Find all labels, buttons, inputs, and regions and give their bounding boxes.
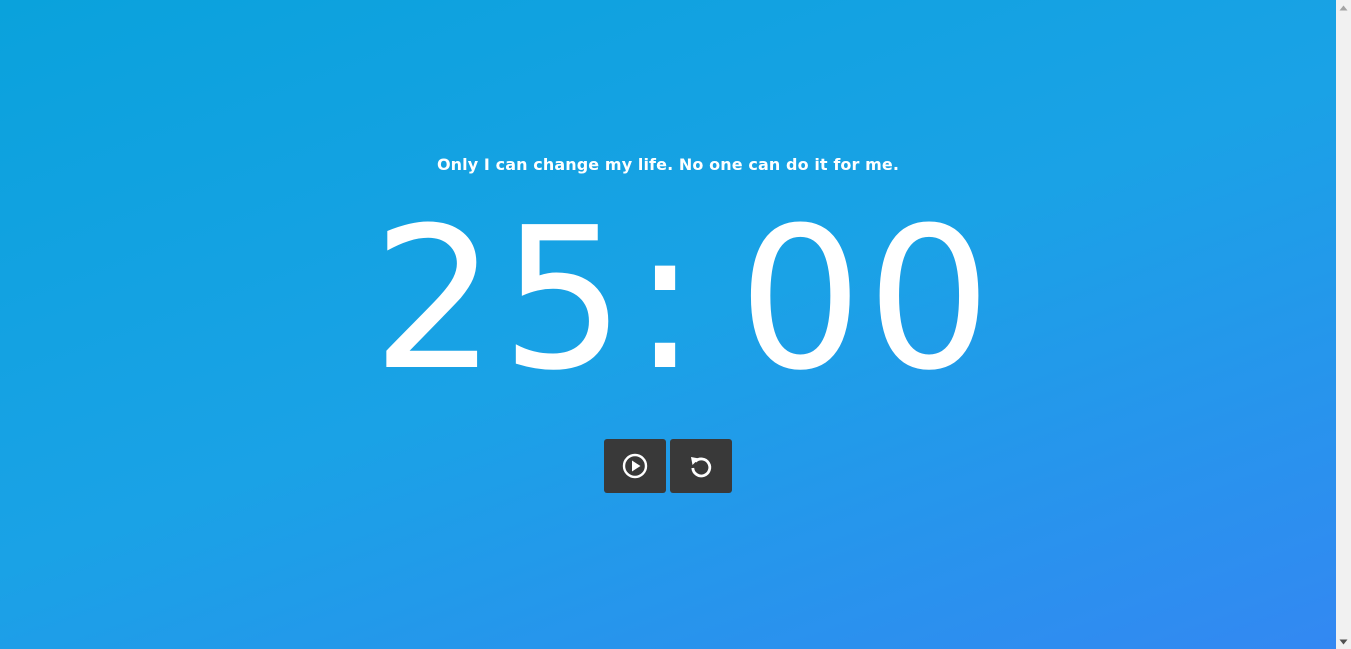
- play-circle-icon: [622, 453, 648, 479]
- timer-separator: :: [632, 186, 703, 414]
- scroll-down-icon[interactable]: [1336, 634, 1351, 649]
- play-button[interactable]: [604, 439, 666, 493]
- timer-minutes: 25: [372, 186, 630, 414]
- timer-controls: [604, 439, 732, 493]
- vertical-scrollbar[interactable]: [1336, 0, 1351, 649]
- scroll-up-icon[interactable]: [1336, 0, 1351, 15]
- timer-display: 25 : 00: [0, 190, 1336, 410]
- reset-button[interactable]: [670, 439, 732, 493]
- timer-seconds: 00: [738, 186, 996, 414]
- motivational-quote: Only I can change my life. No one can do…: [436, 155, 900, 174]
- reset-icon: [691, 457, 712, 478]
- timer-page: Only I can change my life. No one can do…: [0, 0, 1336, 649]
- scrollbar-thumb[interactable]: [1339, 17, 1348, 632]
